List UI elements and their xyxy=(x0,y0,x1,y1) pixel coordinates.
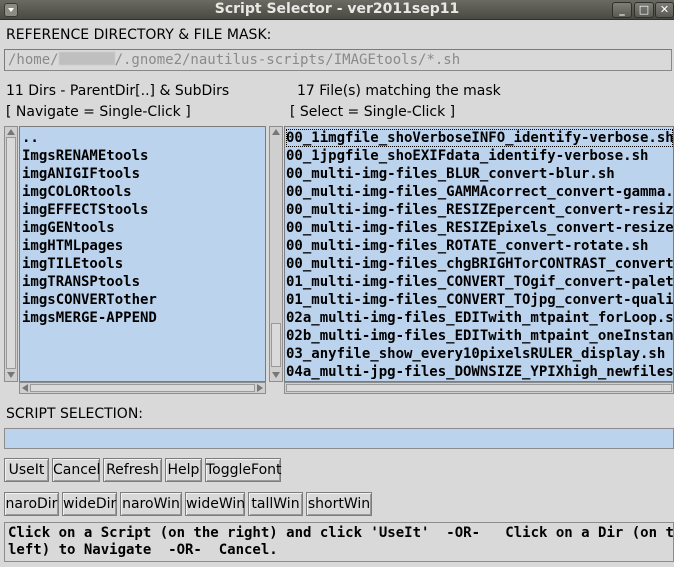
togglefont-button[interactable]: ToggleFont xyxy=(205,458,282,482)
narodir-button[interactable]: naroDir xyxy=(4,492,59,516)
scroll-right-arrow-icon[interactable] xyxy=(257,384,263,392)
file-list-item[interactable]: 00_multi-img-files_RESIZEpercent_convert… xyxy=(286,201,673,219)
dir-list-item[interactable]: imgEFFECTStools xyxy=(22,201,265,219)
dirs-vscroll-thumb[interactable] xyxy=(6,137,16,369)
scroll-down-arrow-icon[interactable] xyxy=(7,372,15,378)
dir-list-item[interactable]: imgsMERGE-APPEND xyxy=(22,309,265,327)
dir-list-item[interactable]: imgGENtools xyxy=(22,219,265,237)
scroll-up-arrow-icon[interactable] xyxy=(272,129,280,135)
script-selection-input[interactable] xyxy=(4,428,674,449)
files-hint-label: [ Select = Single-Click ] xyxy=(290,104,456,120)
files-hscrollbar[interactable] xyxy=(284,382,674,394)
file-list-item[interactable]: 04a_multi-jpg-files_DOWNSIZE_YPIXhigh_ne… xyxy=(286,363,673,381)
path-prefix: /home/ xyxy=(8,52,59,68)
files-count-label: 17 File(s) matching the mask xyxy=(297,83,501,99)
file-list-item[interactable]: 00_multi-img-files_GAMMAcorrect_convert-… xyxy=(286,183,673,201)
useit-button[interactable]: UseIt xyxy=(4,458,49,482)
script-selection-label: SCRIPT SELECTION: xyxy=(6,406,144,422)
file-list-item[interactable]: 00_1jpgfile_shoEXIFdata_identify-verbose… xyxy=(286,147,673,165)
scroll-left-arrow-icon[interactable] xyxy=(22,384,28,392)
file-list-item[interactable]: 02b_multi-img-files_EDITwith_mtpaint_one… xyxy=(286,327,673,345)
dirs-hscroll-thumb[interactable] xyxy=(30,384,255,392)
scroll-up-arrow-icon[interactable] xyxy=(7,129,15,135)
dir-list-item[interactable]: imgsCONVERTother xyxy=(22,291,265,309)
window-title: Script Selector - ver2011sep11 xyxy=(214,1,460,17)
dir-list-item[interactable]: imgCOLORtools xyxy=(22,183,265,201)
dirs-count-label: 11 Dirs - ParentDir[..] & SubDirs xyxy=(6,83,230,99)
dirs-listbox[interactable]: .. ImgsRENAMEtools imgANIGIFtools imgCOLORt… xyxy=(19,126,266,382)
file-list-item[interactable]: 00_multi-img-files_chgBRIGHTorCONTRAST_c… xyxy=(286,255,673,273)
refresh-button[interactable]: Refresh xyxy=(103,458,162,482)
file-list-item[interactable]: 02a_multi-img-files_EDITwith_mtpaint_for… xyxy=(286,309,673,327)
dirs-hint-label: [ Navigate = Single-Click ] xyxy=(6,104,191,120)
files-vscroll-thumb[interactable] xyxy=(271,323,281,367)
dir-list-item[interactable]: .. xyxy=(22,129,265,147)
file-list-item[interactable]: 00_multi-img-files_BLUR_convert-blur.sh xyxy=(286,165,673,183)
reference-label: REFERENCE DIRECTORY & FILE MASK: xyxy=(6,27,272,43)
dir-list-item[interactable]: imgANIGIFtools xyxy=(22,165,265,183)
redacted-username xyxy=(58,52,115,65)
help-button[interactable]: Help xyxy=(165,458,202,482)
dir-list-item[interactable]: imgTILEtools xyxy=(22,255,265,273)
files-hscroll-thumb[interactable] xyxy=(286,384,672,392)
file-list-item[interactable]: 00_multi-img-files_RESIZEpixels_convert-… xyxy=(286,219,673,237)
dir-list-item[interactable]: imgTRANSPtools xyxy=(22,273,265,291)
minimize-button[interactable]: _ xyxy=(612,2,632,18)
narowin-button[interactable]: naroWin xyxy=(120,492,182,516)
files-listbox[interactable]: 00_1imgfile_shoVerboseINFO_identify-verb… xyxy=(284,126,674,382)
maximize-button[interactable]: □ xyxy=(634,2,654,18)
widewin-button[interactable]: wideWin xyxy=(185,492,245,516)
dirs-hscrollbar[interactable] xyxy=(19,382,266,394)
shortwin-button[interactable]: shortWin xyxy=(306,492,372,516)
reference-path-field[interactable]: /home/ /.gnome2/nautilus-scripts/IMAGEtoo… xyxy=(4,49,672,71)
file-list-item[interactable]: 01_multi-img-files_CONVERT_TOjpg_convert… xyxy=(286,291,673,309)
dir-list-item[interactable]: imgHTMLpages xyxy=(22,237,265,255)
dir-list-item[interactable]: ImgsRENAMEtools xyxy=(22,147,265,165)
files-vscrollbar[interactable] xyxy=(269,126,283,382)
path-suffix: /.gnome2/nautilus-scripts/IMAGEtools/*.s… xyxy=(114,52,461,68)
widedir-button[interactable]: wideDir xyxy=(62,492,117,516)
file-list-item[interactable]: 01_multi-img-files_CONVERT_TOgif_convert… xyxy=(286,273,673,291)
file-list-item[interactable]: 03_anyfile_show_every10pixelsRULER_displ… xyxy=(286,345,673,363)
cancel-button[interactable]: Cancel xyxy=(52,458,100,482)
message-area: Click on a Script (on the right) and cli… xyxy=(4,522,674,562)
title-bar[interactable]: Script Selector - ver2011sep11 _ □ ✕ xyxy=(0,0,674,20)
close-button[interactable]: ✕ xyxy=(655,2,674,18)
dirs-vscrollbar[interactable] xyxy=(4,126,18,382)
file-list-item[interactable]: 00_1imgfile_shoVerboseINFO_identify-verb… xyxy=(286,129,673,147)
scroll-down-arrow-icon[interactable] xyxy=(272,372,280,378)
tallwin-button[interactable]: tallWin xyxy=(248,492,303,516)
file-list-item[interactable]: 00_multi-img-files_ROTATE_convert-rotate… xyxy=(286,237,673,255)
